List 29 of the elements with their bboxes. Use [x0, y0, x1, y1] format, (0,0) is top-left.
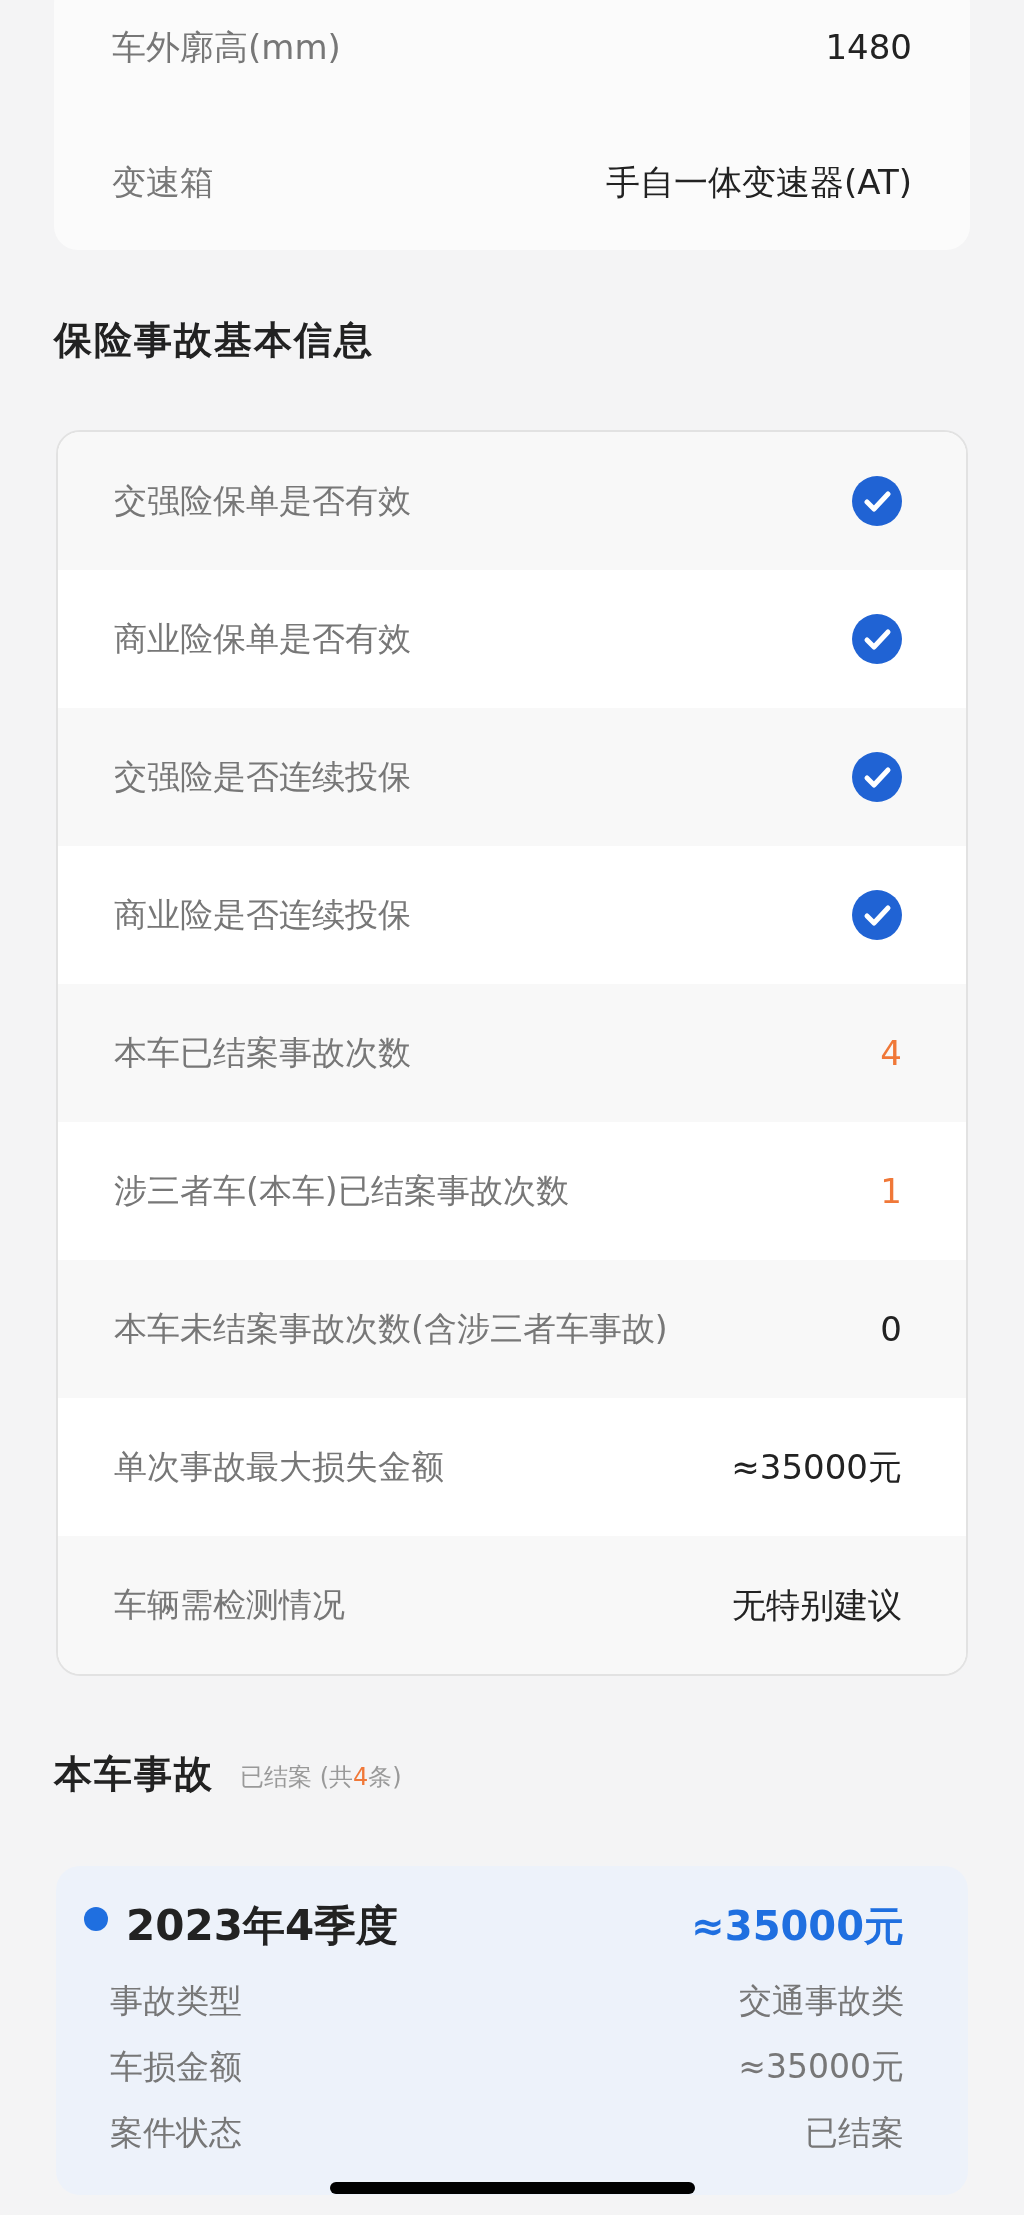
insurance-label: 交强险是否连续投保 — [114, 756, 411, 799]
insurance-label: 单次事故最大损失金额 — [114, 1446, 444, 1489]
spec-value: 手自一体变速器(AT) — [606, 161, 912, 204]
insurance-value: ≈35000元 — [731, 1445, 902, 1489]
detail-label: 事故类型 — [110, 1980, 242, 2023]
detail-label: 案件状态 — [110, 2112, 242, 2155]
insurance-value: 1 — [880, 1169, 902, 1213]
insurance-label: 本车已结案事故次数 — [114, 1032, 411, 1075]
insurance-value: 4 — [880, 1031, 902, 1075]
spec-label: 车外廓高(mm) — [112, 26, 341, 69]
insurance-label: 本车未结案事故次数(含涉三者车事故) — [114, 1308, 668, 1351]
spec-value: 1480 — [825, 26, 912, 69]
insurance-label: 涉三者车(本车)已结案事故次数 — [114, 1170, 569, 1213]
insurance-label: 车辆需检测情况 — [114, 1584, 345, 1627]
detail-value: ≈35000元 — [738, 2046, 904, 2089]
detail-value: 已结案 — [805, 2112, 904, 2155]
detail-label: 车损金额 — [110, 2046, 242, 2089]
accident-period: 2023年4季度 — [126, 1900, 400, 1952]
section-title: 本车事故 — [54, 1750, 214, 1798]
insurance-label: 商业险是否连续投保 — [114, 894, 411, 937]
insurance-label: 交强险保单是否有效 — [114, 480, 411, 523]
detail-value: 交通事故类 — [739, 1980, 904, 2023]
section-title: 保险事故基本信息 — [54, 316, 374, 364]
accident-count: 已结案 (共4条) — [240, 1762, 402, 1793]
accident-amount: ≈35000元 — [691, 1901, 904, 1951]
insurance-value: 无特别建议 — [732, 1583, 902, 1627]
insurance-label: 商业险保单是否有效 — [114, 618, 411, 661]
insurance-value: 0 — [880, 1307, 902, 1351]
spec-label: 变速箱 — [112, 161, 214, 204]
